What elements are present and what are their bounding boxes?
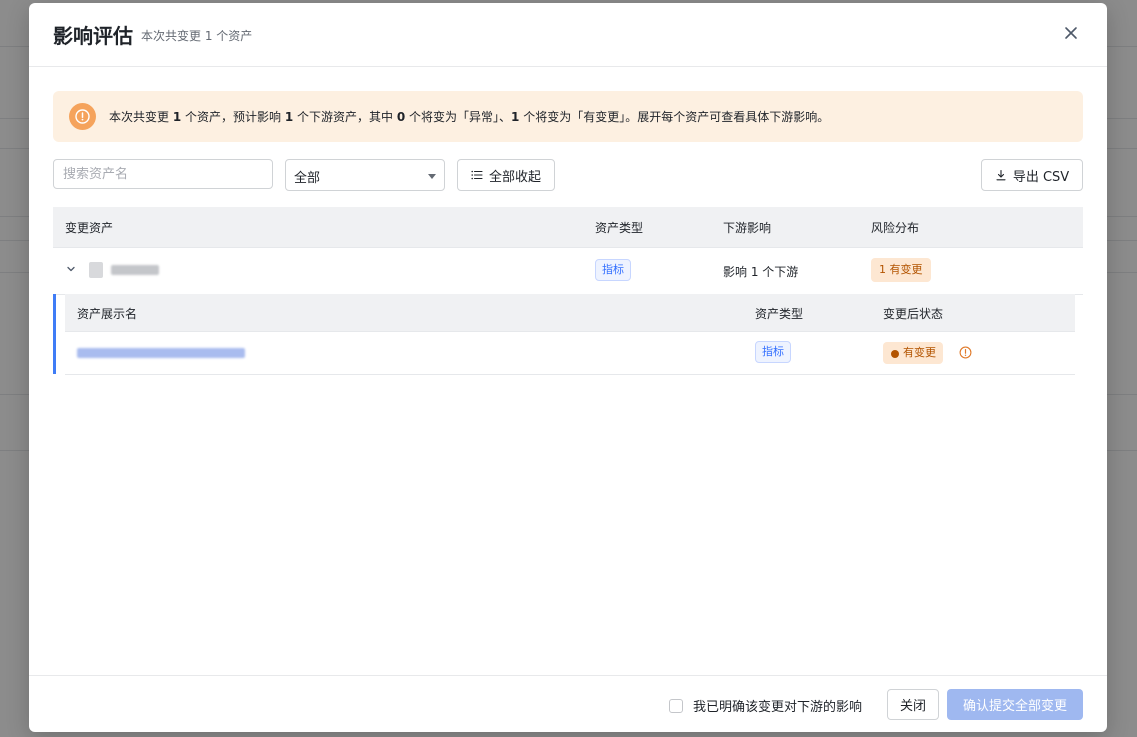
column-header-risk: 风险分布: [871, 221, 920, 235]
modal-title: 影响评估: [53, 24, 133, 48]
asset-type-tag: 指标: [595, 259, 631, 281]
downstream-type-tag: 指标: [755, 341, 791, 363]
asset-name-redacted[interactable]: [111, 265, 159, 275]
warning-circle-icon: [69, 103, 96, 130]
column-header-display-name: 资产展示名: [77, 307, 138, 321]
info-circle-icon[interactable]: [959, 346, 972, 359]
column-header-type: 资产类型: [595, 221, 644, 235]
modal-header: 影响评估 本次共变更 1 个资产: [29, 3, 1107, 67]
impact-assessment-modal: 影响评估 本次共变更 1 个资产 本次共变更 1 个资产，预计影响 1 个下游资…: [29, 3, 1107, 732]
status-badge: 有变更: [883, 342, 943, 364]
expanded-downstream-panel: 资产展示名 资产类型 变更后状态 指标 有变更: [53, 294, 1078, 375]
download-icon: [996, 169, 1006, 181]
column-header-asset: 变更资产: [65, 221, 114, 235]
status-dot-icon: [891, 350, 899, 358]
collapse-all-label: 全部收起: [488, 169, 541, 185]
chevron-down-icon[interactable]: [65, 263, 77, 275]
risk-distribution-tag: 1 有变更: [871, 258, 931, 282]
checkbox-box[interactable]: [669, 698, 683, 713]
modal-subtitle: 本次共变更 1 个资产: [141, 29, 253, 43]
column-header-post-status: 变更后状态: [883, 307, 944, 321]
downstream-row: 指标 有变更: [65, 331, 1075, 375]
filter-select[interactable]: 全部: [285, 159, 445, 191]
status-label: 有变更: [903, 346, 936, 359]
caret-down-icon: [428, 174, 436, 179]
impact-summary-alert: 本次共变更 1 个资产，预计影响 1 个下游资产，其中 0 个将变为「异常」、1…: [53, 91, 1083, 142]
close-icon: [1065, 27, 1077, 39]
asset-icon: [89, 262, 103, 278]
downstream-impact-text: 影响 1 个下游: [723, 265, 799, 279]
acknowledge-checkbox[interactable]: 我已明确该变更对下游的影响: [669, 696, 862, 715]
close-modal-button[interactable]: 关闭: [887, 689, 939, 720]
table-row[interactable]: 指标 影响 1 个下游 1 有变更: [53, 247, 1083, 295]
confirm-submit-button[interactable]: 确认提交全部变更: [947, 689, 1083, 720]
list-icon: [471, 170, 483, 180]
confirm-submit-label: 确认提交全部变更: [962, 699, 1067, 714]
search-input[interactable]: [53, 159, 273, 189]
downstream-table-header: 资产展示名 资产类型 变更后状态: [65, 294, 1075, 332]
downstream-asset-link-redacted[interactable]: [77, 348, 245, 358]
assets-table-header: 变更资产 资产类型 下游影响 风险分布: [53, 207, 1083, 248]
modal-footer: 我已明确该变更对下游的影响 关闭 确认提交全部变更: [29, 675, 1107, 732]
close-modal-label: 关闭: [899, 699, 926, 714]
alert-message: 本次共变更 1 个资产，预计影响 1 个下游资产，其中 0 个将变为「异常」、1…: [109, 110, 830, 124]
column-header-sub-type: 资产类型: [755, 307, 804, 321]
collapse-all-button[interactable]: 全部收起: [457, 159, 555, 191]
column-header-impact: 下游影响: [723, 221, 772, 235]
filter-select-value: 全部: [294, 171, 321, 186]
close-button[interactable]: [1059, 21, 1083, 45]
acknowledge-label: 我已明确该变更对下游的影响: [693, 700, 863, 715]
export-csv-button[interactable]: 导出 CSV: [981, 159, 1083, 191]
export-csv-label: 导出 CSV: [1012, 169, 1070, 185]
